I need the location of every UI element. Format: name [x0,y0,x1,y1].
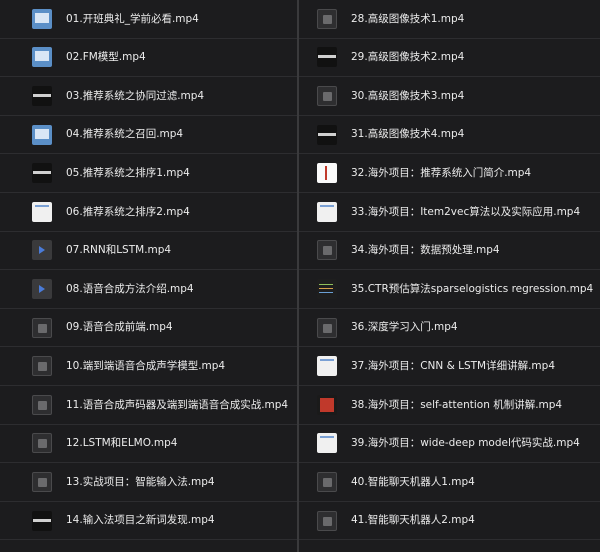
file-name: 11.语音合成声码器及端到端语音合成实战.mp4 [66,398,289,411]
video-thumbnail-icon [317,163,337,184]
file-name: 35.CTR预估算法sparselogistics regression.mp4 [351,282,594,295]
file-row[interactable]: 29.高级图像技术2.mp4 [299,39,600,78]
file-row[interactable]: 38.海外项目：self-attention 机制讲解.mp4 [299,386,600,425]
file-name: 03.推荐系统之协同过滤.mp4 [66,89,205,102]
video-thumbnail-icon [32,47,52,68]
video-file-icon [317,317,337,338]
file-row[interactable]: 40.智能聊天机器人1.mp4 [299,463,600,502]
file-row[interactable]: 01.开班典礼_学前必看.mp4 [0,0,297,39]
file-browser: 01.开班典礼_学前必看.mp4 02.FM模型.mp4 03.推荐系统之协同过滤.… [0,0,600,552]
file-row[interactable]: 41.智能聊天机器人2.mp4 [299,502,600,541]
file-row[interactable]: 33.海外项目：Item2vec算法以及实际应用.mp4 [299,193,600,232]
file-row[interactable]: 14.输入法项目之新词发现.mp4 [0,502,297,541]
file-row[interactable]: 34.海外项目：数据预处理.mp4 [299,232,600,271]
file-row[interactable]: 11.语音合成声码器及端到端语音合成实战.mp4 [0,386,297,425]
file-row[interactable]: 13.实战项目：智能输入法.mp4 [0,463,297,502]
video-file-icon [32,394,52,415]
file-name: 34.海外项目：数据预处理.mp4 [351,244,500,257]
file-name: 12.LSTM和ELMO.mp4 [66,437,178,450]
video-file-icon [317,8,337,29]
file-name: 02.FM模型.mp4 [66,51,146,64]
file-row[interactable]: 02.FM模型.mp4 [0,39,297,78]
file-row[interactable]: 37.海外项目：CNN & LSTM详细讲解.mp4 [299,347,600,386]
file-name: 01.开班典礼_学前必看.mp4 [66,12,199,25]
file-row[interactable]: 03.推荐系统之协同过滤.mp4 [0,77,297,116]
file-row[interactable]: 30.高级图像技术3.mp4 [299,77,600,116]
file-row[interactable]: 35.CTR预估算法sparselogistics regression.mp4 [299,270,600,309]
file-row[interactable]: 06.推荐系统之排序2.mp4 [0,193,297,232]
file-row[interactable]: 08.语音合成方法介绍.mp4 [0,270,297,309]
video-thumbnail-icon [32,124,52,145]
video-thumbnail-icon [32,85,52,106]
file-name: 07.RNN和LSTM.mp4 [66,244,172,257]
file-name: 04.推荐系统之召回.mp4 [66,128,184,141]
video-thumbnail-icon [317,356,337,377]
video-file-icon [32,433,52,454]
file-name: 28.高级图像技术1.mp4 [351,12,465,25]
file-row[interactable]: 04.推荐系统之召回.mp4 [0,116,297,155]
file-row[interactable]: 10.端到端语音合成声学模型.mp4 [0,347,297,386]
file-row[interactable]: 28.高级图像技术1.mp4 [299,0,600,39]
file-name: 41.智能聊天机器人2.mp4 [351,514,475,527]
video-thumbnail-icon [32,163,52,184]
video-thumbnail-icon [317,278,337,299]
video-thumbnail-icon [317,201,337,222]
file-name: 39.海外项目：wide-deep model代码实战.mp4 [351,437,580,450]
video-file-icon [32,240,52,261]
file-row[interactable]: 39.海外项目：wide-deep model代码实战.mp4 [299,425,600,464]
file-row[interactable]: 31.高级图像技术4.mp4 [299,116,600,155]
file-list-left: 01.开班典礼_学前必看.mp4 02.FM模型.mp4 03.推荐系统之协同过滤.… [0,0,297,552]
file-name: 36.深度学习入门.mp4 [351,321,458,334]
file-name: 33.海外项目：Item2vec算法以及实际应用.mp4 [351,205,581,218]
video-file-icon [317,471,337,492]
file-name: 08.语音合成方法介绍.mp4 [66,282,194,295]
file-name: 09.语音合成前端.mp4 [66,321,173,334]
file-name: 10.端到端语音合成声学模型.mp4 [66,359,226,372]
video-thumbnail-icon [32,8,52,29]
file-row[interactable]: 32.海外项目：推荐系统入门简介.mp4 [299,154,600,193]
video-file-icon [317,240,337,261]
file-name: 31.高级图像技术4.mp4 [351,128,465,141]
file-row[interactable]: 12.LSTM和ELMO.mp4 [0,425,297,464]
file-name: 06.推荐系统之排序2.mp4 [66,205,190,218]
file-name: 32.海外项目：推荐系统入门简介.mp4 [351,166,532,179]
file-name: 14.输入法项目之新词发现.mp4 [66,514,215,527]
file-name: 29.高级图像技术2.mp4 [351,51,465,64]
file-name: 38.海外项目：self-attention 机制讲解.mp4 [351,398,563,411]
file-name: 13.实战项目：智能输入法.mp4 [66,475,215,488]
video-thumbnail-icon [317,394,337,415]
video-file-icon [32,317,52,338]
file-name: 37.海外项目：CNN & LSTM详细讲解.mp4 [351,359,556,372]
file-name: 30.高级图像技术3.mp4 [351,89,465,102]
video-file-icon [32,278,52,299]
video-thumbnail-icon [32,201,52,222]
file-row[interactable]: 36.深度学习入门.mp4 [299,309,600,348]
video-thumbnail-icon [317,47,337,68]
video-thumbnail-icon [32,510,52,531]
video-thumbnail-icon [317,433,337,454]
video-file-icon [317,85,337,106]
video-file-icon [32,356,52,377]
video-thumbnail-icon [317,124,337,145]
file-list-right: 28.高级图像技术1.mp4 29.高级图像技术2.mp4 30.高级图像技术3.m… [299,0,600,552]
file-name: 40.智能聊天机器人1.mp4 [351,475,475,488]
video-file-icon [317,510,337,531]
file-row[interactable]: 09.语音合成前端.mp4 [0,309,297,348]
file-row[interactable]: 07.RNN和LSTM.mp4 [0,232,297,271]
file-name: 05.推荐系统之排序1.mp4 [66,166,190,179]
file-row[interactable]: 05.推荐系统之排序1.mp4 [0,154,297,193]
video-file-icon [32,471,52,492]
